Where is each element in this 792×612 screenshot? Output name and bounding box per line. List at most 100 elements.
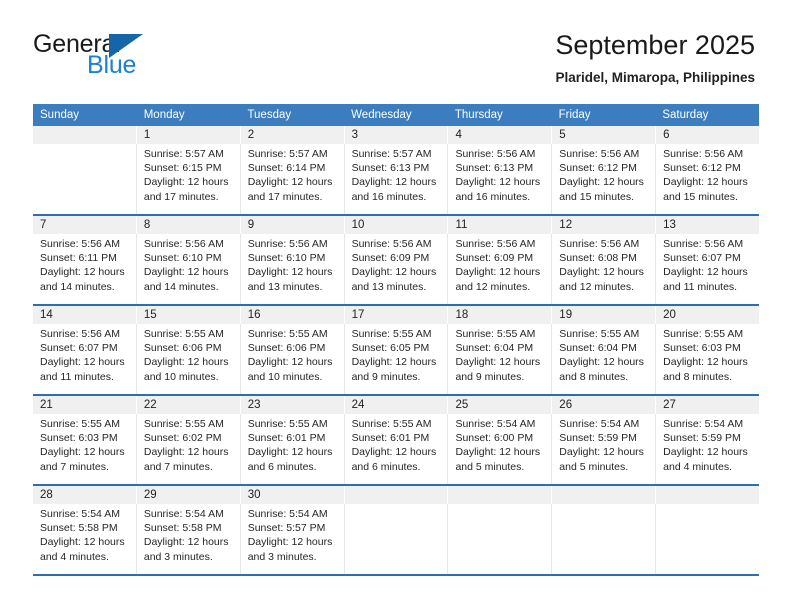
day-of-week-header-wednesday: Wednesday xyxy=(351,109,412,121)
day-sunrise-text: Sunrise: 5:55 AM xyxy=(247,328,328,340)
day-cell[interactable]: Sunrise: 5:57 AM Sunset: 6:14 PM Daylight:… xyxy=(241,144,345,214)
day-number[interactable]: 18 xyxy=(448,306,553,324)
page-subtitle-location: Plaridel, Mimaropa, Philippines xyxy=(555,70,755,85)
day-number[interactable]: 30 xyxy=(241,486,345,504)
day-daylight-line2-text: and 16 minutes. xyxy=(351,190,427,203)
day-number[interactable]: 25 xyxy=(448,396,553,414)
day-number-band: 123456 xyxy=(33,126,759,144)
day-daylight-line1-text: Daylight: 12 hours xyxy=(143,356,229,369)
day-cell[interactable]: Sunrise: 5:54 AM Sunset: 5:58 PM Daylight:… xyxy=(33,504,137,574)
day-cell[interactable]: Sunrise: 5:56 AM Sunset: 6:09 PM Daylight:… xyxy=(448,234,553,304)
day-number[interactable]: 27 xyxy=(656,396,759,414)
day-daylight-line2-text: and 8 minutes. xyxy=(663,370,733,383)
day-daylight-line1-text: Daylight: 12 hours xyxy=(143,536,229,549)
day-cell[interactable]: Sunrise: 5:56 AM Sunset: 6:08 PM Daylight:… xyxy=(552,234,657,304)
calendar-weeks: 1 2 3 4 5 6 Sunrise: 5:57 AM Sunset: 6:15 PM Day… xyxy=(33,126,759,576)
day-cell[interactable]: Sunrise: 5:55 AM Sunset: 6:06 PM Daylight:… xyxy=(137,324,241,394)
day-daylight-line2-text: and 17 minutes. xyxy=(143,190,219,203)
day-cell[interactable]: Sunrise: 5:55 AM Sunset: 6:01 PM Daylight:… xyxy=(241,414,345,484)
day-cell[interactable]: Sunrise: 5:56 AM Sunset: 6:07 PM Daylight:… xyxy=(656,234,759,304)
day-number[interactable]: 11 xyxy=(448,216,553,234)
day-number[interactable]: 23 xyxy=(241,396,345,414)
day-number[interactable]: 15 xyxy=(137,306,241,324)
day-daylight-line1-text: Daylight: 12 hours xyxy=(351,356,437,369)
day-daylight-line1-text: Daylight: 12 hours xyxy=(455,266,541,279)
day-number-empty xyxy=(448,486,553,504)
day-cell[interactable]: Sunrise: 5:56 AM Sunset: 6:12 PM Daylight:… xyxy=(552,144,657,214)
day-cell[interactable]: Sunrise: 5:55 AM Sunset: 6:01 PM Daylight:… xyxy=(345,414,449,484)
day-number[interactable]: 19 xyxy=(552,306,657,324)
day-cell[interactable]: Sunrise: 5:55 AM Sunset: 6:03 PM Daylight:… xyxy=(656,324,759,394)
day-number[interactable]: 26 xyxy=(552,396,657,414)
day-cell[interactable]: Sunrise: 5:57 AM Sunset: 6:13 PM Daylight:… xyxy=(345,144,449,214)
day-sunset-text: Sunset: 6:07 PM xyxy=(663,252,741,265)
day-number[interactable]: 13 xyxy=(656,216,759,234)
day-cell[interactable]: Sunrise: 5:54 AM Sunset: 5:57 PM Daylight:… xyxy=(241,504,345,574)
day-cell[interactable]: Sunrise: 5:54 AM Sunset: 5:59 PM Daylight:… xyxy=(656,414,759,484)
day-cell[interactable]: Sunrise: 5:54 AM Sunset: 6:00 PM Daylight:… xyxy=(448,414,553,484)
day-cell[interactable]: Sunrise: 5:56 AM Sunset: 6:10 PM Daylight:… xyxy=(241,234,345,304)
day-number[interactable]: 21 xyxy=(33,396,137,414)
day-daylight-line2-text: and 3 minutes. xyxy=(247,550,317,563)
day-number[interactable]: 8 xyxy=(137,216,241,234)
day-sunset-text: Sunset: 6:06 PM xyxy=(247,342,326,355)
day-cell[interactable]: Sunrise: 5:55 AM Sunset: 6:03 PM Daylight:… xyxy=(33,414,137,484)
day-cell[interactable]: Sunrise: 5:55 AM Sunset: 6:05 PM Daylight:… xyxy=(345,324,449,394)
day-number[interactable]: 17 xyxy=(345,306,449,324)
day-number[interactable]: 2 xyxy=(241,126,345,144)
day-daylight-line2-text: and 6 minutes. xyxy=(351,460,421,473)
day-cell[interactable]: Sunrise: 5:56 AM Sunset: 6:13 PM Daylight:… xyxy=(448,144,553,214)
day-daylight-line2-text: and 6 minutes. xyxy=(247,460,317,473)
day-daylight-line1-text: Daylight: 12 hours xyxy=(247,536,333,549)
day-cell[interactable]: Sunrise: 5:55 AM Sunset: 6:04 PM Daylight:… xyxy=(552,324,657,394)
day-sunset-text: Sunset: 5:59 PM xyxy=(663,432,741,445)
day-number[interactable]: 29 xyxy=(137,486,241,504)
day-number[interactable]: 16 xyxy=(241,306,345,324)
day-number[interactable]: 3 xyxy=(345,126,449,144)
day-cell-empty xyxy=(656,504,759,574)
day-daylight-line1-text: Daylight: 12 hours xyxy=(40,266,125,279)
day-cell[interactable]: Sunrise: 5:56 AM Sunset: 6:07 PM Daylight:… xyxy=(33,324,137,394)
day-daylight-line1-text: Daylight: 12 hours xyxy=(663,356,748,369)
day-number[interactable]: 7 xyxy=(33,216,137,234)
day-daylight-line1-text: Daylight: 12 hours xyxy=(247,446,333,459)
day-number[interactable]: 12 xyxy=(552,216,657,234)
general-blue-logo[interactable]: General Blue xyxy=(33,32,263,88)
day-cell[interactable]: Sunrise: 5:56 AM Sunset: 6:10 PM Daylight:… xyxy=(137,234,241,304)
day-daylight-line2-text: and 10 minutes. xyxy=(143,370,219,383)
day-daylight-line1-text: Daylight: 12 hours xyxy=(40,356,125,369)
day-number[interactable]: 10 xyxy=(345,216,449,234)
day-number[interactable]: 6 xyxy=(656,126,759,144)
day-cell[interactable]: Sunrise: 5:56 AM Sunset: 6:09 PM Daylight:… xyxy=(345,234,449,304)
day-sunset-text: Sunset: 6:15 PM xyxy=(143,162,222,175)
day-daylight-line2-text: and 12 minutes. xyxy=(559,280,635,293)
day-cell[interactable]: Sunrise: 5:55 AM Sunset: 6:02 PM Daylight:… xyxy=(137,414,241,484)
day-number[interactable]: 14 xyxy=(33,306,137,324)
day-number[interactable]: 28 xyxy=(33,486,137,504)
day-daylight-line2-text: and 7 minutes. xyxy=(40,460,109,473)
day-cell[interactable]: Sunrise: 5:55 AM Sunset: 6:06 PM Daylight:… xyxy=(241,324,345,394)
day-daylight-line2-text: and 14 minutes. xyxy=(143,280,219,293)
day-cell[interactable]: Sunrise: 5:56 AM Sunset: 6:11 PM Daylight:… xyxy=(33,234,137,304)
day-number[interactable]: 9 xyxy=(241,216,345,234)
day-number-band: 14 15 16 17 18 19 20 xyxy=(33,306,759,324)
day-sunset-text: Sunset: 6:02 PM xyxy=(143,432,222,445)
day-cell[interactable]: Sunrise: 5:55 AM Sunset: 6:04 PM Daylight:… xyxy=(448,324,553,394)
day-cell[interactable]: Sunrise: 5:54 AM Sunset: 5:58 PM Daylight:… xyxy=(137,504,241,574)
day-of-week-header-row: Sunday Monday Tuesday Wednesday Thursday Frid… xyxy=(33,104,759,126)
day-sunset-text: Sunset: 6:04 PM xyxy=(455,342,534,355)
day-daylight-line2-text: and 11 minutes. xyxy=(40,370,114,383)
day-cell[interactable]: Sunrise: 5:56 AM Sunset: 6:12 PM Daylight:… xyxy=(656,144,759,214)
day-daylight-line2-text: and 4 minutes. xyxy=(40,550,109,563)
day-number[interactable]: 4 xyxy=(448,126,553,144)
day-number[interactable]: 24 xyxy=(345,396,449,414)
day-number[interactable]: 5 xyxy=(552,126,657,144)
day-number[interactable]: 1 xyxy=(137,126,241,144)
day-number[interactable]: 22 xyxy=(137,396,241,414)
day-number[interactable]: 20 xyxy=(656,306,759,324)
day-daylight-line2-text: and 17 minutes. xyxy=(247,190,323,203)
day-daylight-line1-text: Daylight: 12 hours xyxy=(143,266,229,279)
day-daylight-line2-text: and 4 minutes. xyxy=(663,460,733,473)
day-cell[interactable]: Sunrise: 5:57 AM Sunset: 6:15 PM Daylight:… xyxy=(137,144,241,214)
day-cell[interactable]: Sunrise: 5:54 AM Sunset: 5:59 PM Daylight:… xyxy=(552,414,657,484)
